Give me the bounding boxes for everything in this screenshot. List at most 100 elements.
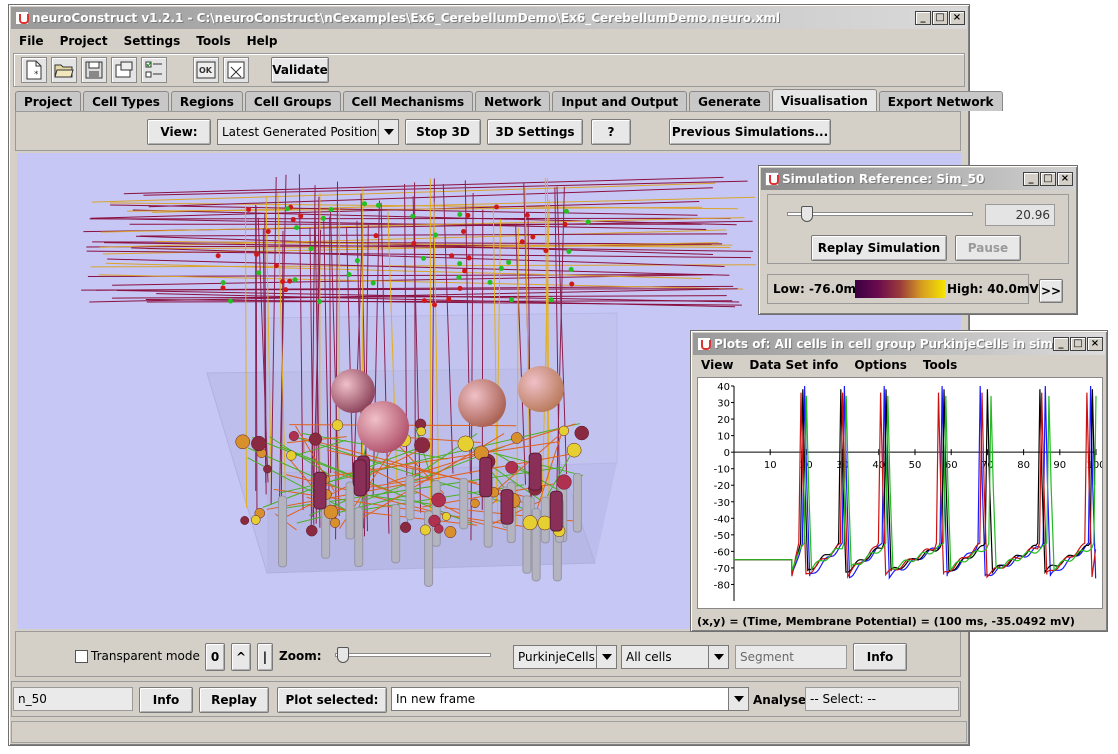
parallel-fibre [107, 258, 730, 276]
cell-group-select[interactable]: PurkinjeCells [513, 645, 617, 669]
synapse-dot [265, 229, 271, 235]
maximize-button[interactable]: □ [1040, 172, 1056, 186]
close-button[interactable]: × [1087, 337, 1103, 351]
tab-export-network[interactable]: Export Network [878, 91, 1003, 111]
export-icon[interactable] [111, 57, 137, 83]
voltage-colour-scale [855, 280, 945, 298]
synapse-dot [308, 246, 314, 252]
chevron-down-icon[interactable] [728, 688, 748, 710]
plot-menu-view[interactable]: View [693, 358, 741, 372]
close-button[interactable]: × [949, 11, 965, 25]
chevron-down-icon[interactable] [596, 646, 616, 668]
tab-cell-groups[interactable]: Cell Groups [244, 91, 341, 111]
x-tick-label: 60 [945, 460, 958, 471]
cell-sphere [240, 516, 250, 525]
transparent-mode-checkbox[interactable] [75, 650, 88, 663]
rotate-zero-button[interactable]: 0 [205, 643, 225, 671]
tab-generate[interactable]: Generate [689, 91, 770, 111]
minimize-button[interactable]: _ [1053, 337, 1069, 351]
tab-visualisation[interactable]: Visualisation [771, 89, 877, 111]
granule-cylinder [522, 495, 532, 574]
pause-button[interactable]: Pause [955, 235, 1021, 261]
view-select[interactable]: Latest Generated Positions [217, 119, 399, 145]
purkinje-cell-sphere [458, 379, 506, 427]
3d-settings-button[interactable]: 3D Settings [487, 119, 583, 145]
synapse-dot [506, 259, 512, 265]
synapse-dot [465, 212, 471, 218]
synapse-dot [487, 279, 493, 285]
tab-cell-types[interactable]: Cell Types [83, 91, 169, 111]
synapse-dot [246, 206, 252, 212]
previous-simulations-button[interactable]: Previous Simulations... [669, 119, 831, 145]
minimize-button[interactable]: _ [915, 11, 931, 25]
cell-sphere [416, 426, 426, 437]
plot-titlebar[interactable]: Plots of: All cells in cell group Purkin… [693, 333, 1105, 355]
tab-input-output[interactable]: Input and Output [552, 91, 688, 111]
rotate-bar-button[interactable]: | [257, 643, 273, 671]
help-button[interactable]: ? [591, 119, 631, 145]
scale-low-label: Low: -76.0mV [773, 282, 866, 296]
time-slider-thumb[interactable] [801, 206, 814, 222]
tab-project[interactable]: Project [15, 91, 82, 111]
cell-sphere [566, 442, 582, 458]
validate-button[interactable]: Validate [271, 57, 329, 83]
stop-3d-button[interactable]: Stop 3D [405, 119, 481, 145]
cell-sphere [457, 435, 474, 452]
synapse-dot [461, 228, 467, 234]
ok-check-icon[interactable]: OK [193, 57, 219, 83]
simref-titlebar[interactable]: Simulation Reference: Sim_50 _ □ × [761, 168, 1075, 190]
cells-select[interactable]: All cells [621, 645, 729, 669]
cell-sphere [331, 419, 344, 431]
main-titlebar[interactable]: neuroConstruct v1.2.1 - C:\neuroConstruc… [11, 7, 967, 29]
cell-sphere [434, 524, 444, 534]
plot-menu-dataset-info[interactable]: Data Set info [741, 358, 846, 372]
menu-settings[interactable]: Settings [116, 34, 189, 48]
zoom-slider-thumb[interactable] [337, 647, 349, 663]
tab-network[interactable]: Network [475, 91, 551, 111]
replay-button[interactable]: Replay [199, 687, 269, 713]
cell-sphere [522, 515, 538, 531]
sim-info-button[interactable]: Info [139, 687, 193, 713]
segment-field[interactable]: Segment [735, 645, 847, 669]
checklist-icon[interactable] [141, 57, 167, 83]
menu-help[interactable]: Help [239, 34, 286, 48]
analyse-select[interactable]: -- Select: -- [805, 687, 959, 711]
plot-menu-options[interactable]: Options [846, 358, 915, 372]
more-options-button[interactable]: >> [1039, 279, 1063, 303]
save-project-icon[interactable] [81, 57, 107, 83]
chevron-down-icon[interactable] [378, 120, 398, 144]
tab-regions[interactable]: Regions [170, 91, 243, 111]
open-project-icon[interactable] [51, 57, 77, 83]
synapse-dot [548, 297, 554, 303]
synapse-dot [456, 274, 462, 280]
close-project-icon[interactable] [223, 57, 249, 83]
plot-canvas[interactable]: 40 30 20 10 0 -10 -20 -30 -40 -50 -60 -70 -80 10 20 30 4… [697, 377, 1106, 609]
plot-menu-tools[interactable]: Tools [915, 358, 965, 372]
zoom-slider-track[interactable] [335, 653, 491, 657]
cell-info-button[interactable]: Info [853, 643, 907, 671]
x-tick-label: 80 [1017, 460, 1030, 471]
menu-tools[interactable]: Tools [188, 34, 238, 48]
synapse-dot [320, 215, 326, 221]
cell-sphere [308, 432, 323, 446]
time-slider-track[interactable] [787, 212, 973, 216]
frame-select[interactable]: In new frame [391, 687, 749, 711]
tab-cell-mechanisms[interactable]: Cell Mechanisms [342, 91, 474, 111]
synapse-dot [256, 270, 262, 276]
chevron-down-icon[interactable] [708, 646, 728, 668]
maximize-button[interactable]: □ [932, 11, 948, 25]
rotate-up-button[interactable]: ^ [231, 643, 251, 671]
simulation-reference-field[interactable]: n_50 [13, 687, 133, 711]
close-button[interactable]: × [1057, 172, 1073, 186]
synapse-dot [432, 302, 438, 308]
menu-file[interactable]: File [11, 34, 52, 48]
granule-cylinder [354, 507, 364, 568]
minimize-button[interactable]: _ [1023, 172, 1039, 186]
replay-simulation-button[interactable]: Replay Simulation [811, 235, 947, 261]
menu-project[interactable]: Project [52, 34, 116, 48]
maximize-button[interactable]: □ [1070, 337, 1086, 351]
new-project-icon[interactable]: * [21, 57, 47, 83]
synapse-dot [457, 261, 463, 267]
cell-sphere [444, 526, 457, 539]
plot-selected-button[interactable]: Plot selected: [277, 687, 387, 713]
